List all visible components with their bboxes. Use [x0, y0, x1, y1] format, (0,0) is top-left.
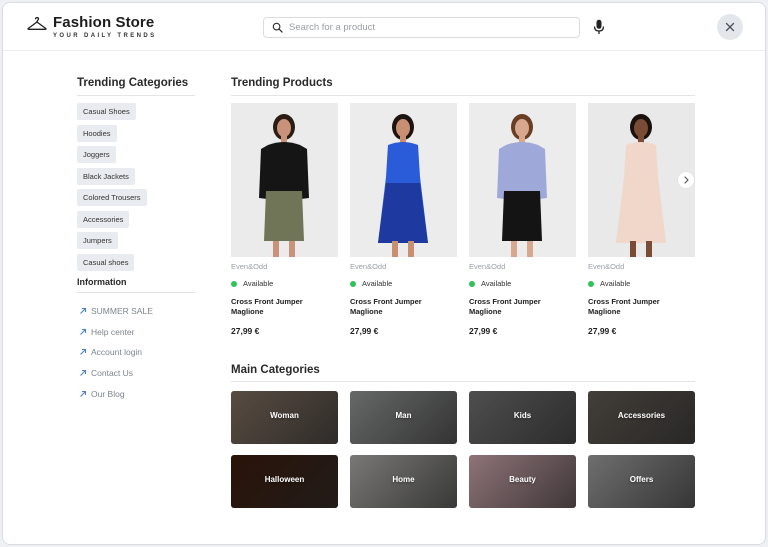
availability-label: Available: [243, 279, 274, 288]
category-chip-casual-shoes[interactable]: Casual Shoes: [77, 103, 136, 120]
trending-products-title: Trending Products: [231, 77, 333, 89]
category-label: Beauty: [509, 475, 536, 484]
category-tile-man[interactable]: Man: [350, 391, 457, 444]
category-tile-halloween[interactable]: Halloween: [231, 455, 338, 508]
category-chip-accessories[interactable]: Accessories: [77, 210, 130, 228]
microphone-icon[interactable]: [593, 19, 605, 35]
close-icon: [725, 22, 735, 32]
product-brand: Even&Odd: [231, 262, 268, 271]
category-label: Kids: [513, 411, 532, 420]
product-brand: Even&Odd: [350, 262, 387, 271]
logo-name: Fashion Store: [53, 14, 155, 31]
category-tile-offers[interactable]: Offers: [588, 455, 695, 508]
product-name[interactable]: Cross Front Jumper Maglione: [588, 297, 678, 316]
product-card[interactable]: Even&Odd Available Cross Front Jumper Ma…: [231, 103, 338, 336]
product-image: [469, 103, 576, 257]
category-tile-accessories[interactable]: Accessories: [588, 391, 695, 444]
category-label: Accessories: [617, 411, 666, 420]
availability-dot-icon: [469, 280, 475, 287]
product-name[interactable]: Cross Front Jumper Maglione: [350, 297, 440, 316]
availability-dot-icon: [350, 280, 356, 287]
information-links: SUMMER SALE Help center Account login Co…: [77, 301, 197, 404]
availability-dot-icon: [588, 280, 594, 287]
category-chip-black-jackets[interactable]: Black Jackets: [77, 167, 135, 185]
availability-dot-icon: [231, 280, 237, 287]
info-link-summer-sale[interactable]: SUMMER SALE: [77, 301, 197, 322]
information-title: Information: [77, 277, 195, 293]
info-link-label: Our Blog: [91, 388, 125, 399]
availability-status: Available: [350, 279, 457, 288]
sidebar: Trending Categories Casual Shoes Hoodies…: [77, 77, 197, 404]
product-image: [231, 103, 338, 257]
product-brand: Even&Odd: [588, 262, 625, 271]
product-photo[interactable]: [350, 103, 457, 257]
category-label: Man: [395, 411, 412, 420]
product-price: 27,99 €: [231, 326, 260, 336]
category-chip-casual-shoes-2[interactable]: Casual shoes: [77, 253, 135, 271]
availability-status: Available: [588, 279, 695, 288]
product-image: [350, 103, 457, 257]
category-label: Woman: [270, 411, 299, 420]
category-tile-kids[interactable]: Kids: [469, 391, 576, 444]
trending-categories-title: Trending Categories: [77, 77, 195, 96]
info-link-our-blog[interactable]: Our Blog: [77, 383, 197, 404]
info-link-label: Help center: [91, 326, 135, 337]
availability-status: Available: [469, 279, 576, 288]
info-link-label: SUMMER SALE: [91, 306, 153, 317]
arrow-up-right-icon: [80, 370, 87, 376]
close-button[interactable]: [717, 14, 743, 40]
category-label: Home: [392, 475, 415, 484]
category-chip-colored-trousers[interactable]: Colored Trousers: [77, 189, 147, 206]
product-card[interactable]: Even&Odd Available Cross Front Jumper Ma…: [588, 103, 695, 336]
header: Fashion Store YOUR DAILY TRENDS: [3, 3, 765, 51]
product-price: 27,99 €: [588, 326, 617, 336]
info-link-label: Contact Us: [91, 368, 134, 379]
product-photo[interactable]: [469, 103, 576, 257]
product-card[interactable]: Even&Odd Available Cross Front Jumper Ma…: [350, 103, 457, 336]
product-price: 27,99 €: [469, 326, 498, 336]
availability-label: Available: [600, 279, 631, 288]
category-tile-home[interactable]: Home: [350, 455, 457, 508]
category-label: Halloween: [264, 475, 305, 484]
product-card[interactable]: Even&Odd Available Cross Front Jumper Ma…: [469, 103, 576, 336]
info-link-label: Account login: [91, 347, 143, 358]
logo-tagline: YOUR DAILY TRENDS: [53, 33, 157, 39]
category-tile-beauty[interactable]: Beauty: [469, 455, 576, 508]
category-chip-hoodies[interactable]: Hoodies: [77, 124, 117, 142]
arrow-up-right-icon: [80, 328, 87, 335]
divider: [231, 95, 695, 96]
logo[interactable]: Fashion Store YOUR DAILY TRENDS: [27, 14, 156, 42]
product-photo[interactable]: [231, 103, 338, 257]
availability-status: Available: [231, 279, 338, 288]
main-categories-title: Main Categories: [231, 364, 320, 376]
availability-label: Available: [362, 279, 393, 288]
hanger-icon: [27, 17, 47, 30]
product-name[interactable]: Cross Front Jumper Maglione: [231, 297, 321, 316]
category-label: Offers: [629, 475, 654, 484]
category-chip-jumpers[interactable]: Jumpers: [77, 232, 118, 249]
info-link-help-center[interactable]: Help center: [77, 322, 197, 343]
divider: [231, 381, 695, 382]
product-name[interactable]: Cross Front Jumper Maglione: [469, 297, 559, 316]
arrow-up-right-icon: [80, 349, 87, 356]
app-window: Fashion Store YOUR DAILY TRENDS Trending: [2, 2, 766, 545]
trending-categories-list: Casual Shoes Hoodies Joggers Black Jacke…: [77, 101, 197, 273]
search-bar[interactable]: [263, 17, 580, 38]
product-brand: Even&Odd: [469, 262, 506, 271]
info-link-contact-us[interactable]: Contact Us: [77, 363, 197, 384]
product-price: 27,99 €: [350, 326, 379, 336]
arrow-up-right-icon: [80, 308, 87, 315]
arrow-up-right-icon: [80, 390, 87, 397]
category-chip-joggers[interactable]: Joggers: [77, 146, 116, 163]
info-link-account-login[interactable]: Account login: [77, 342, 197, 363]
chevron-right-icon: [683, 176, 689, 184]
category-tile-woman[interactable]: Woman: [231, 391, 338, 444]
carousel-next-button[interactable]: [677, 171, 695, 189]
search-input[interactable]: [289, 22, 569, 33]
availability-label: Available: [481, 279, 512, 288]
search-icon: [272, 22, 283, 33]
